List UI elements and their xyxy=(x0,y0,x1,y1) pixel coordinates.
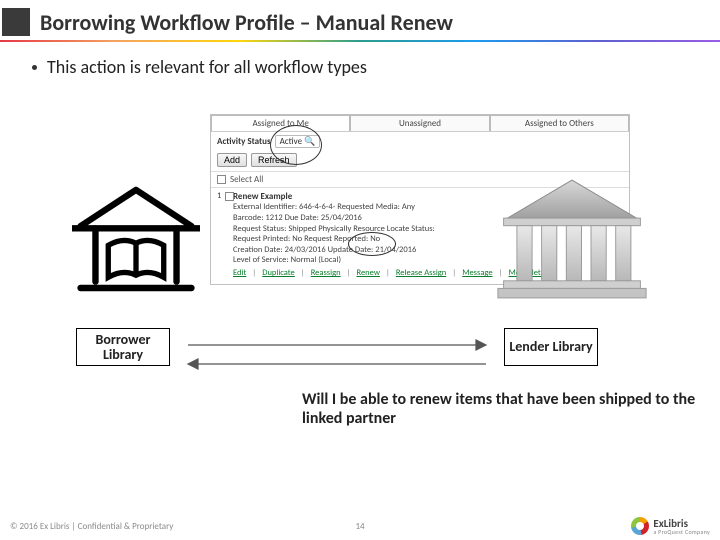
tab-assigned-to-me[interactable]: Assigned to Me xyxy=(211,115,350,131)
borrower-label-box: Borrower Library xyxy=(76,328,170,366)
logo-main-text: ExLibris xyxy=(653,518,710,529)
logo-ring-icon xyxy=(631,517,649,535)
title-accent-box xyxy=(2,8,30,36)
action-renew[interactable]: Renew xyxy=(356,268,379,279)
footer-page-number: 14 xyxy=(355,521,364,532)
record-checkbox[interactable] xyxy=(225,192,234,201)
action-release-assign[interactable]: Release Assign xyxy=(396,268,446,279)
logo-sub-text: a ProQuest Company xyxy=(653,529,710,535)
select-all-label: Select All xyxy=(230,174,263,185)
refresh-button[interactable]: Refresh xyxy=(251,153,297,167)
exlibris-logo: ExLibris a ProQuest Company xyxy=(631,517,710,535)
borrower-library-icon xyxy=(72,180,200,300)
footer: © 2016 Ex Libris | Confidential & Propri… xyxy=(0,512,720,540)
action-message[interactable]: Message xyxy=(462,268,492,279)
record-index: 1 xyxy=(217,191,221,202)
tab-row: Assigned to Me Unassigned Assigned to Ot… xyxy=(211,115,629,132)
lender-label: Lender Library xyxy=(509,339,592,354)
status-value[interactable]: Active 🔍 xyxy=(275,135,321,148)
action-reassign[interactable]: Reassign xyxy=(311,268,341,279)
page-title: Borrowing Workflow Profile – Manual Rene… xyxy=(40,9,453,36)
lender-library-icon xyxy=(496,170,648,308)
lender-label-box: Lender Library xyxy=(504,328,598,366)
search-icon: 🔍 xyxy=(304,136,315,147)
caption-text: Will I be able to renew items that have … xyxy=(302,390,698,428)
action-duplicate[interactable]: Duplicate xyxy=(262,268,295,279)
borrower-label: Borrower Library xyxy=(77,332,169,363)
bullet-dot xyxy=(32,65,37,70)
add-button[interactable]: Add xyxy=(217,153,247,167)
rainbow-divider xyxy=(0,40,720,42)
arrow-connector xyxy=(178,330,496,386)
tab-assigned-to-others[interactable]: Assigned to Others xyxy=(490,115,629,131)
tab-unassigned[interactable]: Unassigned xyxy=(350,115,489,131)
bullet-text: This action is relevant for all workflow… xyxy=(47,56,367,78)
status-label: Activity Status xyxy=(217,136,271,147)
select-all-checkbox[interactable] xyxy=(217,175,226,184)
footer-copyright: © 2016 Ex Libris | Confidential & Propri… xyxy=(10,521,173,532)
action-edit[interactable]: Edit xyxy=(233,268,246,279)
